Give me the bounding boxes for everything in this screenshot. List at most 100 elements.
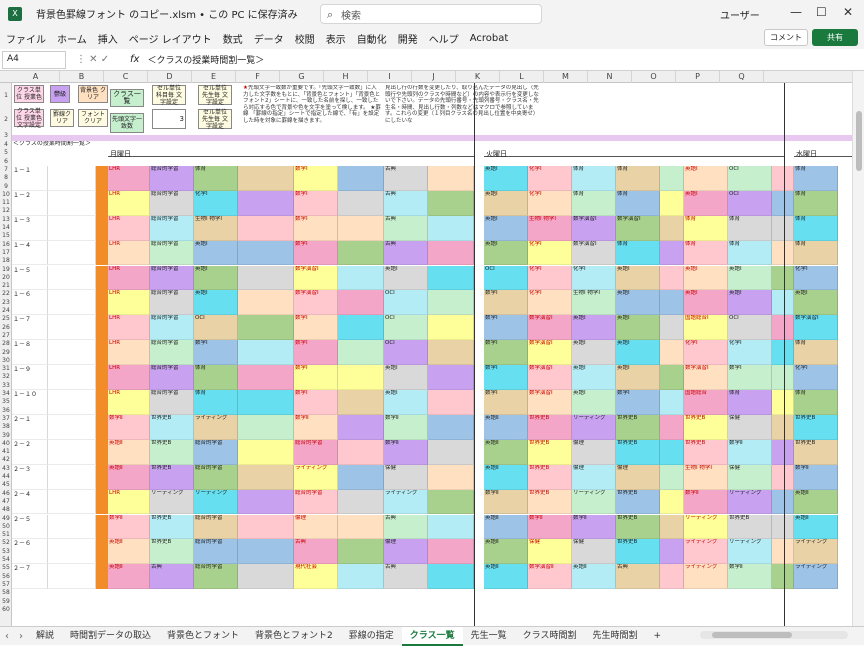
lesson-cell[interactable]: LHR (108, 340, 150, 366)
lesson-cell-filler[interactable] (338, 439, 384, 465)
lesson-cell[interactable]: 英語Ⅱ (572, 564, 616, 590)
lesson-cell-filler[interactable] (772, 240, 794, 266)
lesson-cell[interactable]: 数学演習Ⅱ (528, 564, 572, 590)
lesson-cell[interactable]: 数学Ⅰ (294, 315, 338, 341)
lesson-cell[interactable]: 化学Ⅰ (572, 265, 616, 291)
lesson-cell-filler[interactable] (660, 240, 684, 266)
lesson-cell[interactable]: 体育 (728, 240, 772, 266)
lesson-cell-filler[interactable] (338, 315, 384, 341)
ribbon-tab-11[interactable]: Acrobat (470, 33, 509, 44)
lesson-cell-filler[interactable] (660, 190, 684, 216)
button-clear-bg[interactable]: 背景色 クリア (78, 85, 108, 103)
row-header-26[interactable]: 26 (0, 324, 12, 332)
row-header-17[interactable]: 17 (0, 249, 12, 257)
lesson-cell-filler[interactable] (428, 464, 474, 490)
lesson-cell[interactable]: 総合的学習 (294, 489, 338, 515)
row-header-15[interactable]: 15 (0, 232, 12, 240)
lesson-cell-filler[interactable] (428, 439, 474, 465)
close-button[interactable]: ✕ (843, 5, 853, 19)
lesson-cell[interactable]: 古典 (384, 514, 428, 540)
lesson-cell[interactable]: 世界史B (616, 489, 660, 515)
lesson-cell-filler[interactable] (428, 265, 474, 291)
lesson-cell[interactable]: 数学演習Ⅰ (294, 265, 338, 291)
lesson-cell[interactable]: 数学Ⅰ (294, 365, 338, 390)
lesson-cell[interactable]: 数学Ⅰ (484, 315, 528, 341)
column-header-E[interactable]: E (192, 71, 236, 83)
lesson-cell[interactable]: 体育 (794, 390, 838, 415)
lesson-cell[interactable]: 数学Ⅰ (294, 165, 338, 191)
lesson-cell[interactable]: LHR (108, 365, 150, 390)
sheet-tab-0[interactable]: 解説 (28, 627, 62, 646)
lesson-cell[interactable]: 英語Ⅰ (616, 265, 660, 291)
lesson-cell-filler[interactable] (772, 539, 794, 565)
lesson-cell[interactable]: 保健 (528, 539, 572, 565)
lesson-cell-filler[interactable] (238, 464, 294, 490)
row-header-25[interactable]: 25 (0, 315, 12, 323)
lesson-cell-filler[interactable] (660, 564, 684, 590)
lesson-cell[interactable]: OCⅠ (194, 315, 238, 341)
lesson-cell[interactable]: 体育 (194, 390, 238, 415)
lesson-cell[interactable]: 数学演習Ⅰ (684, 365, 728, 390)
lesson-cell[interactable]: 総合的学習 (150, 390, 194, 415)
lesson-cell[interactable]: 数学Ⅱ (108, 414, 150, 440)
lesson-cell[interactable]: 古典 (384, 564, 428, 590)
button-class-char[interactable]: クラス単位 授業色 文字設定 (14, 108, 44, 129)
lesson-cell-filler[interactable] (428, 365, 474, 390)
row-header-21[interactable]: 21 (0, 282, 12, 290)
column-header-F[interactable]: F (236, 71, 280, 83)
row-header-58[interactable]: 58 (0, 589, 12, 597)
lesson-cell[interactable]: 倫理 (384, 539, 428, 565)
lesson-cell[interactable]: 数学演習Ⅰ (616, 215, 660, 241)
lesson-cell-filler[interactable] (338, 390, 384, 415)
row-header-41[interactable]: 41 (0, 448, 12, 456)
lesson-cell[interactable]: 国語総合 (684, 390, 728, 415)
lesson-cell[interactable]: 英語Ⅱ (108, 439, 150, 465)
lesson-cell-filler[interactable] (338, 240, 384, 266)
row-header-37[interactable]: 37 (0, 415, 12, 423)
lesson-cell[interactable]: 英語Ⅱ (794, 489, 838, 515)
column-header-B[interactable]: B (60, 71, 104, 83)
lesson-cell[interactable]: OCⅠ (384, 340, 428, 366)
row-header-40[interactable]: 40 (0, 440, 12, 448)
lesson-cell-filler[interactable] (660, 165, 684, 191)
lesson-cell[interactable]: 英語Ⅰ (616, 365, 660, 390)
lesson-cell[interactable]: 数学Ⅰ (484, 290, 528, 316)
prev-sheet-icon[interactable]: ‹ (0, 631, 14, 642)
row-header-43[interactable]: 43 (0, 465, 12, 473)
lesson-cell[interactable]: 世界史B (616, 414, 660, 440)
lesson-cell-filler[interactable] (660, 489, 684, 515)
column-header-H[interactable]: H (324, 71, 368, 83)
lesson-cell[interactable]: 生物Ⅰ 物学Ⅰ (684, 464, 728, 490)
lesson-cell[interactable]: リーディング (728, 489, 772, 515)
lesson-cell[interactable]: 生物Ⅰ 物学Ⅰ (572, 290, 616, 316)
lesson-cell[interactable]: 倫理 (572, 464, 616, 490)
button-teacher-char-2[interactable]: セル単位 先生毎 文字設定 (198, 109, 232, 130)
ribbon-tab-10[interactable]: ヘルプ (429, 31, 459, 46)
lesson-cell[interactable]: 英語Ⅱ (484, 439, 528, 465)
formula-input[interactable]: ＜クラスの授業時間割一覧＞ (139, 53, 264, 66)
row-header-30[interactable]: 30 (0, 357, 12, 365)
row-header-54[interactable]: 54 (0, 556, 12, 564)
lesson-cell[interactable]: 英語Ⅰ (616, 290, 660, 316)
lesson-cell[interactable]: 総合的学習 (150, 165, 194, 191)
lesson-cell[interactable]: LHR (108, 190, 150, 216)
lesson-cell[interactable]: 数学演習Ⅰ (794, 315, 838, 341)
lesson-cell[interactable]: 数学Ⅰ (484, 340, 528, 366)
button-teacher-char[interactable]: セル単位 先生毎 文字設定 (198, 85, 232, 106)
lesson-cell-filler[interactable] (772, 390, 794, 415)
lesson-cell[interactable]: 古典 (150, 564, 194, 590)
lesson-cell[interactable]: 英語Ⅱ (484, 514, 528, 540)
lesson-cell[interactable]: 数学Ⅰ (294, 190, 338, 216)
lesson-cell[interactable]: 体育 (572, 165, 616, 191)
lesson-cell[interactable]: 保健 (572, 539, 616, 565)
lesson-cell-filler[interactable] (238, 365, 294, 390)
row-header-23[interactable]: 23 (0, 299, 12, 307)
column-header-L[interactable]: L (500, 71, 544, 83)
row-header-28[interactable]: 28 (0, 340, 12, 348)
lesson-cell[interactable]: 数学Ⅰ (194, 340, 238, 366)
lesson-cell[interactable]: 総合的学習 (150, 265, 194, 291)
lesson-cell-filler[interactable] (660, 414, 684, 440)
lesson-cell[interactable]: リーディング (572, 489, 616, 515)
lesson-cell[interactable]: OCⅠ (728, 190, 772, 216)
lesson-cell-filler[interactable] (428, 215, 474, 241)
